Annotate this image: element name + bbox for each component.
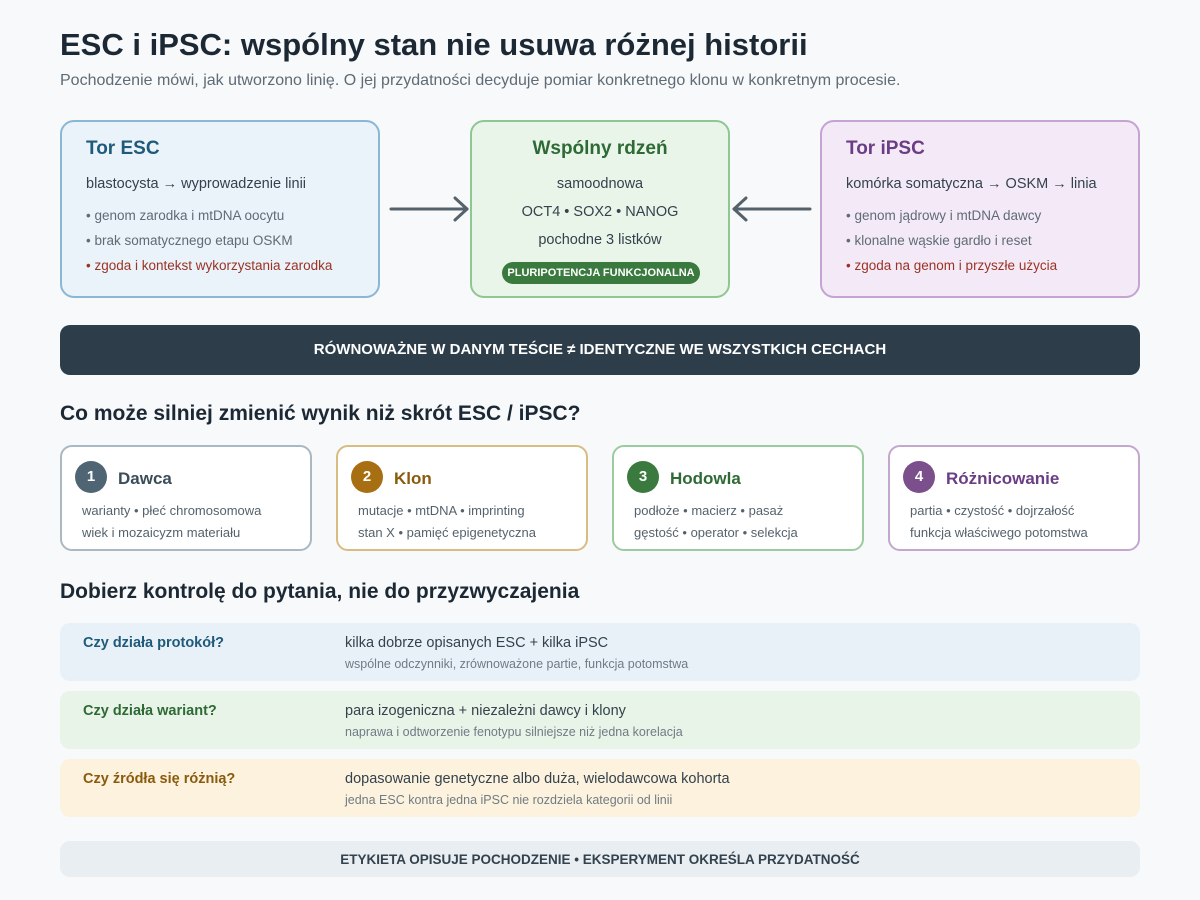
esc-track-list: • genom zarodka i mtDNA oocytu • brak so… — [86, 208, 332, 283]
factor-number: 2 — [351, 461, 383, 493]
factor-line: stan X • pamięć epigenetyczna — [358, 525, 536, 540]
equivalence-banner: RÓWNOWAŻNE W DANYM TEŚCIE ≠ IDENTYCZNE W… — [60, 325, 1140, 375]
esc-track-title: Tor ESC — [86, 138, 160, 159]
factor-line: mutacje • mtDNA • imprinting — [358, 503, 525, 518]
factor-line: partia • czystość • dojrzałość — [910, 503, 1075, 518]
factor-card-clone: 2 Klon mutacje • mtDNA • imprinting stan… — [336, 445, 588, 551]
page-subtitle: Pochodzenie mówi, jak utworzono linię. O… — [60, 72, 901, 89]
control-question: Czy źródła się różnią? — [83, 771, 236, 787]
control-question: Czy działa wariant? — [83, 703, 217, 719]
arrow-left-icon — [732, 196, 812, 222]
page-title: ESC i iPSC: wspólny stan nie usuwa różne… — [60, 27, 808, 62]
factor-line: wiek i mozaicyzm materiału — [82, 525, 241, 540]
factor-card-differentiation: 4 Różnicowanie partia • czystość • dojrz… — [888, 445, 1140, 551]
factor-title: Dawca — [118, 469, 172, 488]
common-core-card: Wspólny rdzeń samoodnowa OCT4 • SOX2 • N… — [470, 120, 730, 298]
controls-section-title: Dobierz kontrolę do pytania, nie do przy… — [60, 580, 580, 603]
control-answer: para izogeniczna + niezależni dawcy i kl… — [345, 703, 626, 719]
control-note: naprawa i odtworzenie fenotypu silniejsz… — [345, 725, 683, 739]
factor-title: Klon — [394, 469, 432, 488]
factor-number: 1 — [75, 461, 107, 493]
ipsc-track-list: • genom jądrowy i mtDNA dawcy • klonalne… — [846, 208, 1057, 283]
esc-track-item: • brak somatycznego etapu OSKM — [86, 233, 293, 248]
ipsc-track-card: Tor iPSC komórka somatyczna → OSKM → lin… — [820, 120, 1140, 298]
control-note: jedna ESC kontra jedna iPSC nie rozdziel… — [345, 793, 673, 807]
factor-line: warianty • płeć chromosomowa — [82, 503, 262, 518]
ipsc-track-item-consent: • zgoda na genom i przyszłe użycia — [846, 258, 1058, 273]
ipsc-track-title: Tor iPSC — [846, 138, 925, 159]
common-core-line: OCT4 • SOX2 • NANOG — [521, 204, 679, 220]
common-core-line: pochodne 3 listków — [538, 232, 662, 248]
ipsc-track-item: • genom jądrowy i mtDNA dawcy — [846, 208, 1042, 223]
esc-track-lead: blastocysta → wyprowadzenie linii — [86, 176, 307, 192]
esc-track-item-consent: • zgoda i kontekst wykorzystania zarodka — [86, 258, 333, 273]
factor-number: 4 — [903, 461, 935, 493]
control-row-protocol: Czy działa protokół? kilka dobrze opisan… — [60, 623, 1140, 681]
esc-track-card: Tor ESC blastocysta → wyprowadzenie lini… — [60, 120, 380, 298]
footer-summary: ETYKIETA OPISUJE POCHODZENIE • EKSPERYME… — [60, 841, 1140, 877]
control-row-variant: Czy działa wariant? para izogeniczna + n… — [60, 691, 1140, 749]
factor-title: Hodowla — [670, 469, 741, 488]
factor-title: Różnicowanie — [946, 469, 1060, 488]
pluripotency-badge: PLURIPOTENCJA FUNKCJONALNA — [502, 262, 700, 284]
ipsc-track-lead: komórka somatyczna → OSKM → linia — [846, 176, 1097, 192]
factor-line: podłoże • macierz • pasaż — [634, 503, 784, 518]
control-question: Czy działa protokół? — [83, 635, 224, 651]
control-answer: kilka dobrze opisanych ESC + kilka iPSC — [345, 635, 609, 651]
arrow-right-icon — [389, 196, 469, 222]
factor-number: 3 — [627, 461, 659, 493]
factor-card-donor: 1 Dawca warianty • płeć chromosomowa wie… — [60, 445, 312, 551]
factor-line: gęstość • operator • selekcja — [634, 525, 798, 540]
control-answer: dopasowanie genetyczne albo duża, wielod… — [345, 771, 730, 787]
factor-line: funkcja właściwego potomstwa — [910, 525, 1088, 540]
control-row-sources: Czy źródła się różnią? dopasowanie genet… — [60, 759, 1140, 817]
factors-section-title: Co może silniej zmienić wynik niż skrót … — [60, 402, 581, 425]
factor-card-culture: 3 Hodowla podłoże • macierz • pasaż gęst… — [612, 445, 864, 551]
ipsc-track-item: • klonalne wąskie gardło i reset — [846, 233, 1032, 248]
esc-track-item: • genom zarodka i mtDNA oocytu — [86, 208, 285, 223]
common-core-title: Wspólny rdzeń — [532, 138, 668, 159]
common-core-line: samoodnowa — [556, 176, 644, 192]
control-note: wspólne odczynniki, zrównoważone partie,… — [345, 657, 689, 671]
